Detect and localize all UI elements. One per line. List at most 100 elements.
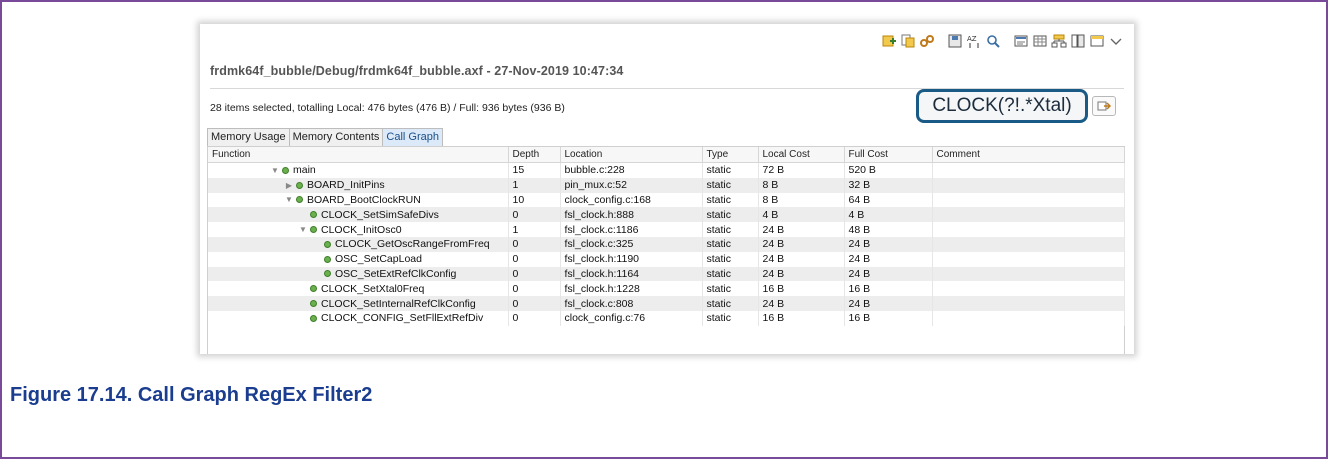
table-row[interactable]: ▼ main 15 bubble.c:228 static 72 B 520 B xyxy=(208,162,1125,178)
cell-depth: 0 xyxy=(508,296,561,311)
cell-location: clock_config.c:168 xyxy=(560,192,703,208)
tab-call-graph[interactable]: Call Graph xyxy=(382,128,443,146)
copy-icon[interactable] xyxy=(900,33,916,49)
cell-location: fsl_clock.c:808 xyxy=(560,296,703,311)
expand-down-icon[interactable]: ▼ xyxy=(284,195,294,204)
cell-location: bubble.c:228 xyxy=(560,162,703,178)
expand-right-icon[interactable]: ▶ xyxy=(284,181,294,190)
cell-depth: 0 xyxy=(508,310,561,326)
screenshot-panel: AZ frdmk64f_bubble/Debug/frdmk64f_bubble… xyxy=(200,24,1134,354)
table-row[interactable]: OSC_SetExtRefClkConfig 0 fsl_clock.h:1164 s… xyxy=(208,266,1125,282)
cell-comment xyxy=(932,162,1125,178)
cell-depth: 0 xyxy=(508,207,561,223)
panel-icon[interactable] xyxy=(1089,33,1105,49)
cell-location: fsl_clock.c:1186 xyxy=(560,222,703,237)
col-header-comment[interactable]: Comment xyxy=(932,147,1125,163)
cell-location: clock_config.c:76 xyxy=(560,310,703,326)
cell-full-cost: 4 B xyxy=(844,207,933,223)
cell-local-cost: 72 B xyxy=(758,162,845,178)
cell-function: OSC_SetCapLoad xyxy=(208,251,509,267)
toolbar: AZ xyxy=(881,30,1124,52)
cell-function: CLOCK_SetXtal0Freq xyxy=(208,281,509,297)
cell-local-cost: 4 B xyxy=(758,207,845,223)
cell-depth: 10 xyxy=(508,192,561,208)
cell-function: CLOCK_SetInternalRefClkConfig xyxy=(208,296,509,311)
col-header-depth[interactable]: Depth xyxy=(508,147,561,163)
view-icon[interactable] xyxy=(1013,33,1029,49)
cell-local-cost: 8 B xyxy=(758,177,845,193)
columns-icon[interactable] xyxy=(1070,33,1086,49)
table-row[interactable]: ▼ CLOCK_InitOsc0 1 fsl_clock.c:1186 static 24… xyxy=(208,222,1125,237)
cell-location: fsl_clock.c:325 xyxy=(560,236,703,252)
col-header-type[interactable]: Type xyxy=(702,147,759,163)
cell-comment xyxy=(932,207,1125,223)
sort-icon[interactable]: AZ xyxy=(966,33,982,49)
cell-local-cost: 24 B xyxy=(758,222,845,237)
cell-location: fsl_clock.h:888 xyxy=(560,207,703,223)
table-header-row: Function Depth Location Type Local Cost … xyxy=(208,147,1125,163)
grid-icon[interactable] xyxy=(1032,33,1048,49)
function-dot-icon xyxy=(296,181,303,189)
table-row[interactable]: CLOCK_SetXtal0Freq 0 fsl_clock.h:1228 stati… xyxy=(208,281,1125,297)
cell-depth: 0 xyxy=(508,266,561,282)
tab-memory-usage[interactable]: Memory Usage xyxy=(207,128,290,146)
cell-full-cost: 32 B xyxy=(844,177,933,193)
expand-down-icon[interactable]: ▼ xyxy=(270,166,280,175)
cell-comment xyxy=(932,310,1125,326)
cell-comment xyxy=(932,192,1125,208)
table-row[interactable]: CLOCK_GetOscRangeFromFreq 0 fsl_clock.c:32… xyxy=(208,236,1125,252)
cell-function: ▼ CLOCK_InitOsc0 xyxy=(208,222,509,237)
expand-down-icon[interactable]: ▼ xyxy=(298,225,308,234)
function-name: main xyxy=(293,164,316,177)
table-row[interactable]: CLOCK_SetInternalRefClkConfig 0 fsl_clock.… xyxy=(208,296,1125,311)
cell-type: static xyxy=(702,207,759,223)
cell-function: OSC_SetExtRefClkConfig xyxy=(208,266,509,282)
table-row[interactable]: ▶ BOARD_InitPins 1 pin_mux.c:52 static 8 B 32 … xyxy=(208,177,1125,193)
cell-comment xyxy=(932,296,1125,311)
cell-full-cost: 24 B xyxy=(844,236,933,252)
cell-type: static xyxy=(702,192,759,208)
cell-local-cost: 16 B xyxy=(758,310,845,326)
cell-full-cost: 16 B xyxy=(844,310,933,326)
function-dot-icon xyxy=(324,240,331,248)
selection-summary: 28 items selected, totalling Local: 476 … xyxy=(210,102,565,114)
cell-local-cost: 24 B xyxy=(758,236,845,252)
cell-comment xyxy=(932,281,1125,297)
filter-apply-button[interactable] xyxy=(1092,96,1116,116)
cell-comment xyxy=(932,177,1125,193)
tab-memory-contents[interactable]: Memory Contents xyxy=(288,128,384,146)
function-dot-icon xyxy=(310,300,317,308)
tree-icon[interactable] xyxy=(1051,33,1067,49)
cell-comment xyxy=(932,236,1125,252)
col-header-full-cost[interactable]: Full Cost xyxy=(844,147,933,163)
cell-local-cost: 16 B xyxy=(758,281,845,297)
table-row[interactable]: CLOCK_CONFIG_SetFllExtRefDiv 0 clock_confi… xyxy=(208,310,1125,326)
cell-location: fsl_clock.h:1228 xyxy=(560,281,703,297)
search-icon[interactable] xyxy=(985,33,1001,49)
col-header-location[interactable]: Location xyxy=(560,147,703,163)
regex-filter-input[interactable]: CLOCK(?!.*Xtal) xyxy=(916,89,1088,123)
table-row[interactable]: CLOCK_SetSimSafeDivs 0 fsl_clock.h:888 stat… xyxy=(208,207,1125,223)
add-icon[interactable] xyxy=(881,33,897,49)
save-icon[interactable] xyxy=(947,33,963,49)
cell-local-cost: 24 B xyxy=(758,296,845,311)
menu-chevron-icon[interactable] xyxy=(1108,33,1124,49)
cell-type: static xyxy=(702,296,759,311)
function-name: CLOCK_GetOscRangeFromFreq xyxy=(335,238,490,251)
cell-full-cost: 520 B xyxy=(844,162,933,178)
cell-function: ▶ BOARD_InitPins xyxy=(208,177,509,193)
cell-comment xyxy=(932,266,1125,282)
cell-type: static xyxy=(702,281,759,297)
cell-local-cost: 24 B xyxy=(758,266,845,282)
function-name: BOARD_BootClockRUN xyxy=(307,193,421,206)
table-row[interactable]: OSC_SetCapLoad 0 fsl_clock.h:1190 static 24 … xyxy=(208,251,1125,267)
link-icon[interactable] xyxy=(919,33,935,49)
col-header-function[interactable]: Function xyxy=(208,147,509,163)
cell-type: static xyxy=(702,222,759,237)
table-row[interactable]: ▼ BOARD_BootClockRUN 10 clock_config.c:168 s… xyxy=(208,192,1125,208)
cell-type: static xyxy=(702,251,759,267)
col-header-local-cost[interactable]: Local Cost xyxy=(758,147,845,163)
cell-full-cost: 24 B xyxy=(844,266,933,282)
function-dot-icon xyxy=(324,270,331,278)
cell-full-cost: 64 B xyxy=(844,192,933,208)
